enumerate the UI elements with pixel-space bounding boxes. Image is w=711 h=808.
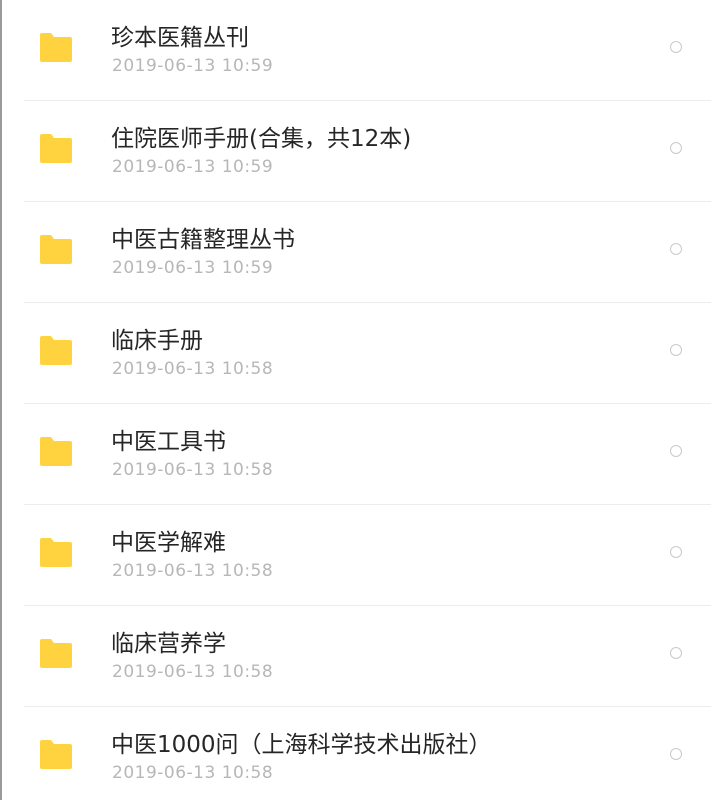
folder-name: 住院医师手册(合集，共12本) [111, 126, 412, 152]
select-radio[interactable] [670, 243, 682, 255]
modified-time: 2019-06-13 10:58 [112, 763, 274, 783]
modified-time: 2019-06-13 10:59 [112, 258, 274, 278]
list-item[interactable]: 中医古籍整理丛书 2019-06-13 10:59 [0, 202, 711, 303]
list-item[interactable]: 中医学解难 2019-06-13 10:58 [0, 505, 711, 606]
select-radio[interactable] [670, 142, 682, 154]
list-item[interactable]: 珍本医籍丛刊 2019-06-13 10:59 [0, 0, 711, 101]
modified-time: 2019-06-13 10:58 [112, 662, 274, 682]
select-radio[interactable] [670, 41, 682, 53]
select-radio[interactable] [670, 748, 682, 760]
list-item[interactable]: 临床手册 2019-06-13 10:58 [0, 303, 711, 404]
folder-name: 临床营养学 [111, 631, 226, 657]
folder-icon [38, 739, 74, 770]
list-item[interactable]: 中医工具书 2019-06-13 10:58 [0, 404, 711, 505]
folder-icon [38, 638, 74, 669]
select-radio[interactable] [670, 647, 682, 659]
select-radio[interactable] [670, 445, 682, 457]
modified-time: 2019-06-13 10:58 [112, 460, 274, 480]
folder-name: 中医工具书 [111, 429, 226, 455]
list-item[interactable]: 中医1000问（上海科学技术出版社） 2019-06-13 10:58 [0, 707, 711, 808]
select-radio[interactable] [670, 344, 682, 356]
modified-time: 2019-06-13 10:58 [112, 561, 274, 581]
folder-name: 临床手册 [111, 328, 203, 354]
folder-icon [38, 436, 74, 467]
modified-time: 2019-06-13 10:58 [112, 359, 274, 379]
folder-icon [38, 335, 74, 366]
folder-icon [38, 537, 74, 568]
folder-name: 中医古籍整理丛书 [111, 227, 295, 253]
list-item[interactable]: 住院医师手册(合集，共12本) 2019-06-13 10:59 [0, 101, 711, 202]
list-item[interactable]: 临床营养学 2019-06-13 10:58 [0, 606, 711, 707]
folder-icon [38, 32, 74, 63]
folder-name: 中医1000问（上海科学技术出版社） [111, 732, 492, 758]
folder-name: 中医学解难 [111, 530, 226, 556]
folder-icon [38, 133, 74, 164]
select-radio[interactable] [670, 546, 682, 558]
modified-time: 2019-06-13 10:59 [112, 157, 274, 177]
file-list: 珍本医籍丛刊 2019-06-13 10:59 住院医师手册(合集，共12本) … [0, 0, 711, 808]
folder-name: 珍本医籍丛刊 [111, 25, 249, 51]
folder-icon [38, 234, 74, 265]
modified-time: 2019-06-13 10:59 [112, 56, 274, 76]
